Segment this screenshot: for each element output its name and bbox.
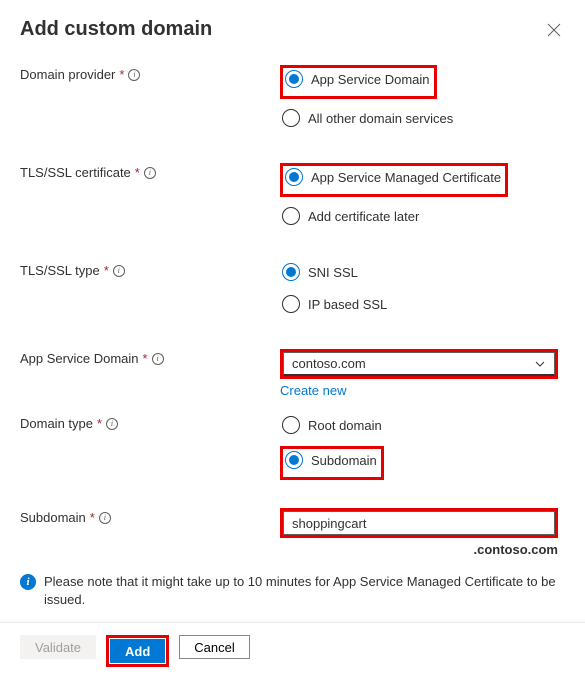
radio-icon bbox=[282, 109, 300, 127]
close-icon bbox=[547, 23, 561, 37]
tls-type-label: TLS/SSL type* i bbox=[20, 261, 280, 278]
info-icon[interactable]: i bbox=[144, 167, 156, 179]
create-new-link[interactable]: Create new bbox=[280, 383, 346, 398]
radio-icon bbox=[282, 295, 300, 313]
radio-icon bbox=[285, 451, 303, 469]
domain-provider-other[interactable]: All other domain services bbox=[280, 107, 457, 129]
validate-button: Validate bbox=[20, 635, 96, 659]
cancel-button[interactable]: Cancel bbox=[179, 635, 249, 659]
tls-type-sni[interactable]: SNI SSL bbox=[280, 261, 362, 283]
tls-type-ip[interactable]: IP based SSL bbox=[280, 293, 391, 315]
subdomain-suffix: .contoso.com bbox=[280, 542, 558, 557]
info-icon[interactable]: i bbox=[106, 418, 118, 430]
note-text: Please note that it might take up to 10 … bbox=[44, 573, 565, 608]
app-service-domain-dropdown[interactable]: contoso.com bbox=[283, 352, 555, 376]
radio-icon bbox=[282, 263, 300, 281]
tls-cert-later[interactable]: Add certificate later bbox=[280, 205, 423, 227]
info-icon[interactable]: i bbox=[99, 512, 111, 524]
subdomain-input[interactable]: shoppingcart bbox=[283, 511, 555, 535]
footer: Validate Add Cancel bbox=[0, 622, 585, 685]
add-button[interactable]: Add bbox=[110, 639, 165, 663]
domain-provider-app-service[interactable]: App Service Domain bbox=[283, 68, 434, 90]
close-button[interactable] bbox=[543, 19, 565, 41]
radio-icon bbox=[282, 207, 300, 225]
radio-icon bbox=[285, 70, 303, 88]
info-icon[interactable]: i bbox=[152, 353, 164, 365]
domain-provider-label: Domain provider* i bbox=[20, 65, 280, 82]
tls-cert-managed[interactable]: App Service Managed Certificate bbox=[283, 166, 505, 188]
domain-type-label: Domain type* i bbox=[20, 414, 280, 431]
chevron-down-icon bbox=[534, 358, 546, 370]
info-icon: i bbox=[20, 574, 36, 590]
radio-icon bbox=[282, 416, 300, 434]
domain-type-root[interactable]: Root domain bbox=[280, 414, 386, 436]
page-title: Add custom domain bbox=[20, 18, 212, 41]
app-service-domain-label: App Service Domain* i bbox=[20, 349, 280, 366]
info-icon[interactable]: i bbox=[113, 265, 125, 277]
tls-cert-label: TLS/SSL certificate* i bbox=[20, 163, 280, 180]
info-icon[interactable]: i bbox=[128, 69, 140, 81]
radio-icon bbox=[285, 168, 303, 186]
domain-type-subdomain[interactable]: Subdomain bbox=[283, 449, 381, 471]
subdomain-label: Subdomain* i bbox=[20, 508, 280, 525]
